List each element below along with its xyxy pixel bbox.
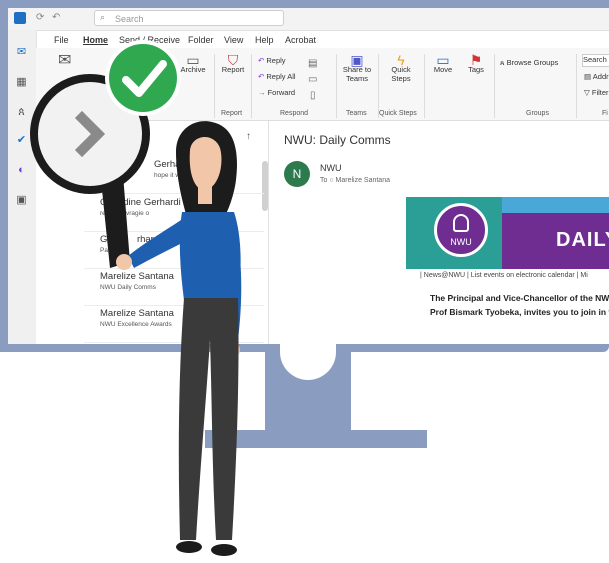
illustration-overlay [30,40,242,556]
woman-character [116,121,242,556]
checkmark-icon [105,40,181,116]
